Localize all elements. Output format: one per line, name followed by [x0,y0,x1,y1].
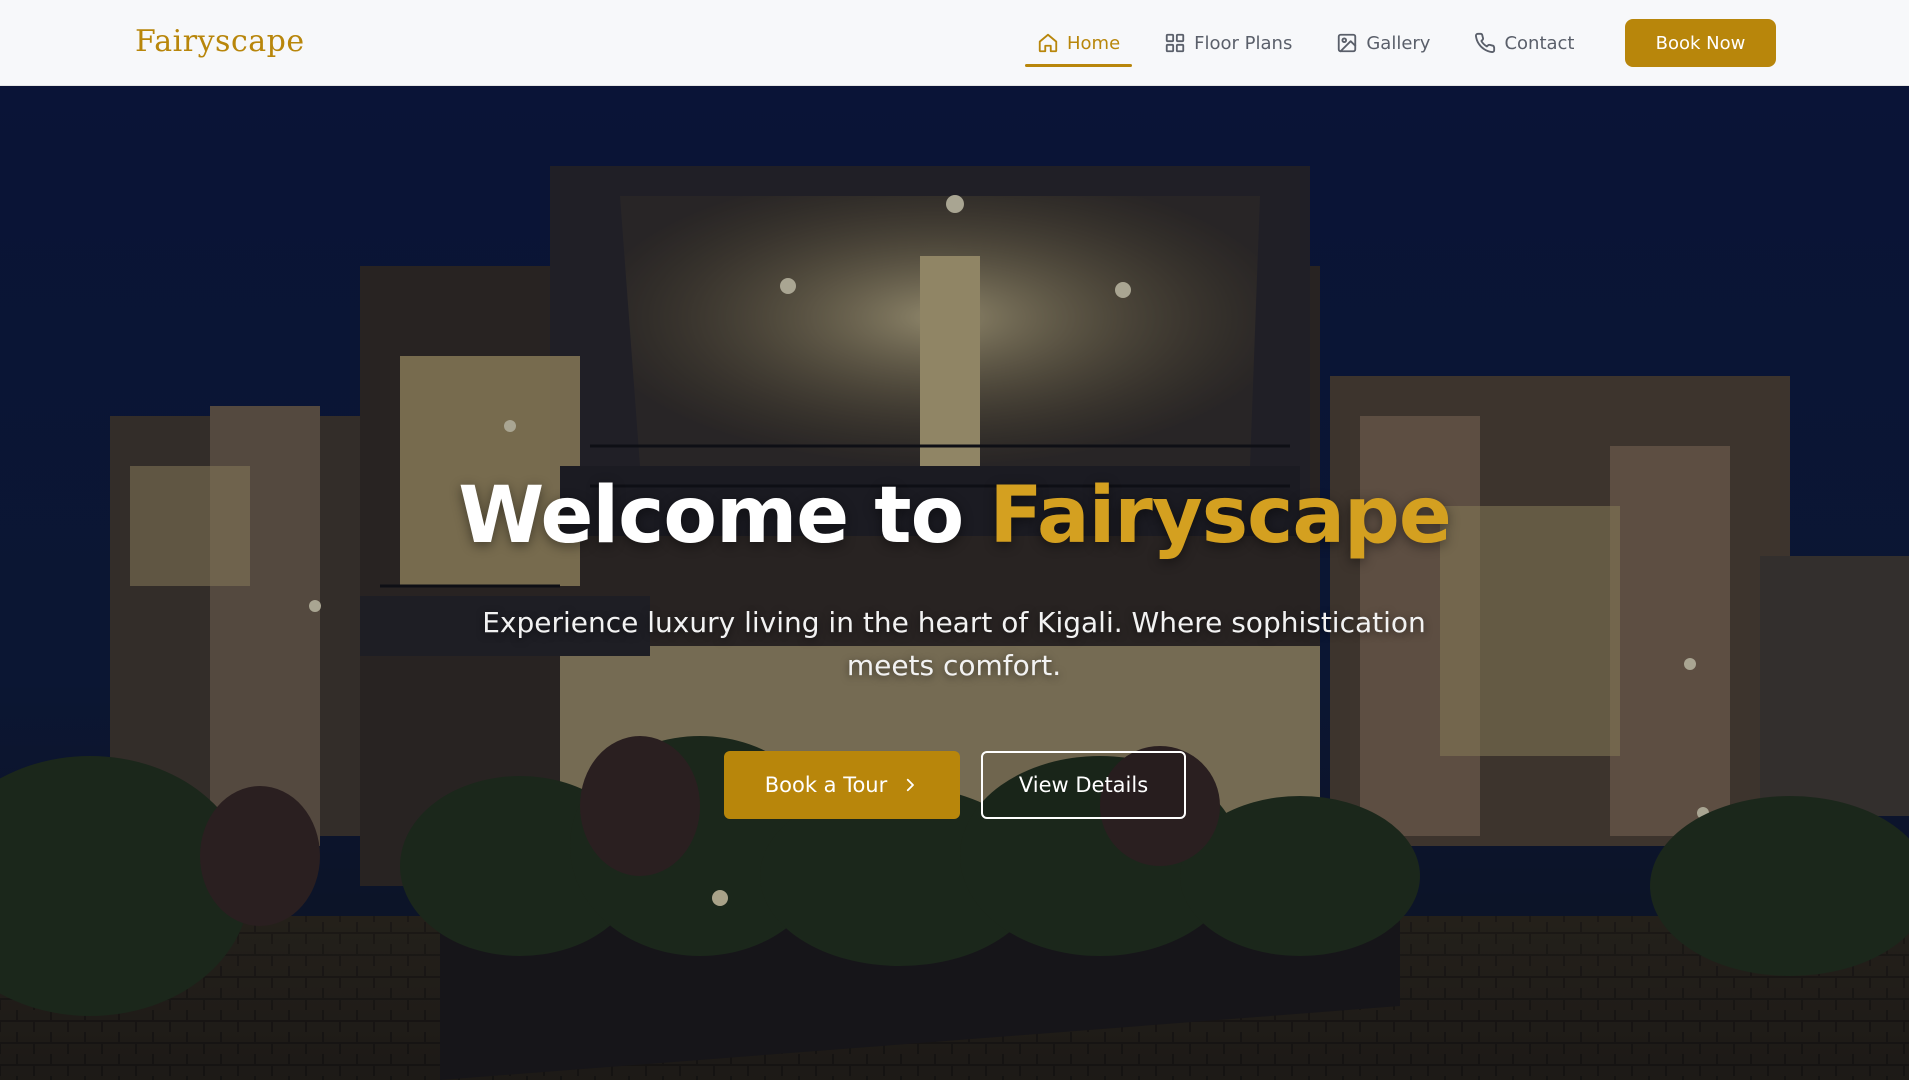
nav-item-home[interactable]: Home [1025,21,1133,67]
hero-title-accent: Fairyscape [989,471,1451,561]
nav-item-gallery[interactable]: Gallery [1324,21,1442,65]
book-now-button[interactable]: Book Now [1625,19,1776,67]
nav-item-floor-plans[interactable]: Floor Plans [1152,21,1304,65]
chevron-right-icon [907,778,915,792]
nav-item-label: Floor Plans [1194,32,1293,54]
hero-title: Welcome to Fairyscape [0,471,1909,561]
nav-item-label: Home [1067,32,1121,54]
hero-section: Welcome to Fairyscape Experience luxury … [0,86,1909,1080]
nav-item-contact[interactable]: Contact [1462,21,1586,65]
hero-title-prefix: Welcome to [458,471,990,561]
nav-item-label: Contact [1504,32,1575,54]
view-details-button[interactable]: View Details [981,751,1186,819]
top-navbar: Fairyscape Home Floor Plans Gallery Cont… [0,0,1909,86]
image-icon [1338,33,1357,53]
brand-logo[interactable]: Fairyscape [135,24,305,59]
phone-icon [1475,32,1496,53]
hero-subtitle: Experience luxury living in the heart of… [482,606,1426,682]
grid-icon [1165,33,1185,53]
home-icon [1038,33,1058,53]
hero-dark-overlay [0,86,1909,1080]
nav-links: Home Floor Plans Gallery Contact [1025,0,1606,86]
view-details-label: View Details [1018,773,1149,797]
nav-item-label: Gallery [1366,32,1431,54]
book-tour-label: Book a Tour [764,773,888,797]
book-tour-button[interactable]: Book a Tour [724,751,960,819]
